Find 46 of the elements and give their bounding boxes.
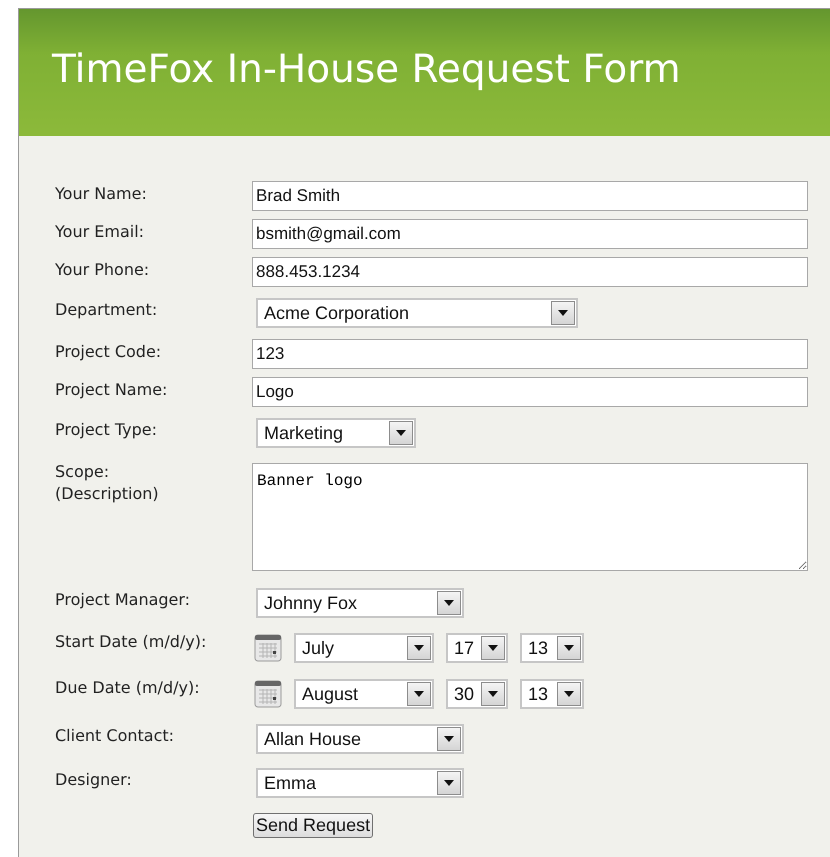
field-label: (Description)	[55, 483, 160, 505]
text-field[interactable]: bsmith@gmail.com	[252, 219, 808, 249]
caret-icon	[396, 430, 406, 436]
select-dropdown[interactable]: Johnny Fox	[256, 588, 464, 618]
text-field[interactable]: Logo	[252, 377, 808, 407]
field-label: Due Date (m/d/y):	[55, 677, 201, 699]
caret-icon	[564, 645, 574, 651]
year-dropdown[interactable]: 13	[520, 679, 584, 709]
caret-icon	[488, 645, 498, 651]
year-dropdown[interactable]: 13	[520, 633, 584, 663]
select-dropdown[interactable]: Acme Corporation	[256, 298, 578, 328]
field-label: Start Date (m/d/y):	[55, 631, 208, 653]
calendar-icon[interactable]	[254, 634, 282, 662]
send-request-button[interactable]: Send Request	[253, 813, 374, 838]
field-label: Department:	[55, 299, 158, 321]
text-field[interactable]: Brad Smith	[252, 181, 808, 211]
caret-icon	[444, 736, 454, 742]
select-dropdown[interactable]: Marketing	[256, 418, 416, 448]
field-label: Designer:	[55, 769, 133, 791]
caret-icon	[444, 780, 454, 786]
field-label: Scope:	[55, 461, 110, 483]
month-dropdown[interactable]: July	[294, 633, 434, 663]
text-field[interactable]: 123	[252, 339, 808, 369]
select-dropdown[interactable]: Emma	[256, 768, 464, 798]
select-dropdown[interactable]: Allan House	[256, 724, 464, 754]
field-label: Client Contact:	[55, 725, 176, 747]
caret-icon	[444, 600, 454, 606]
field-label: Project Manager:	[55, 589, 192, 611]
page-title: TimeFox In-House Request Form	[52, 47, 681, 92]
calendar-icon[interactable]	[254, 680, 282, 708]
day-dropdown[interactable]: 30	[446, 679, 508, 709]
caret-icon	[558, 310, 568, 316]
field-label: Project Type:	[55, 419, 158, 441]
text-field[interactable]: 888.453.1234	[252, 257, 808, 287]
caret-icon	[414, 645, 424, 651]
field-label: Your Name:	[55, 183, 148, 205]
caret-icon	[488, 691, 498, 697]
month-dropdown[interactable]: August	[294, 679, 434, 709]
field-label: Project Name:	[55, 379, 168, 401]
field-label: Your Email:	[55, 221, 146, 243]
description-field[interactable]: Banner logo	[252, 463, 808, 571]
field-label: Project Code:	[55, 341, 162, 363]
day-dropdown[interactable]: 17	[446, 633, 508, 663]
caret-icon	[414, 691, 424, 697]
field-label: Your Phone:	[55, 259, 150, 281]
caret-icon	[564, 691, 574, 697]
